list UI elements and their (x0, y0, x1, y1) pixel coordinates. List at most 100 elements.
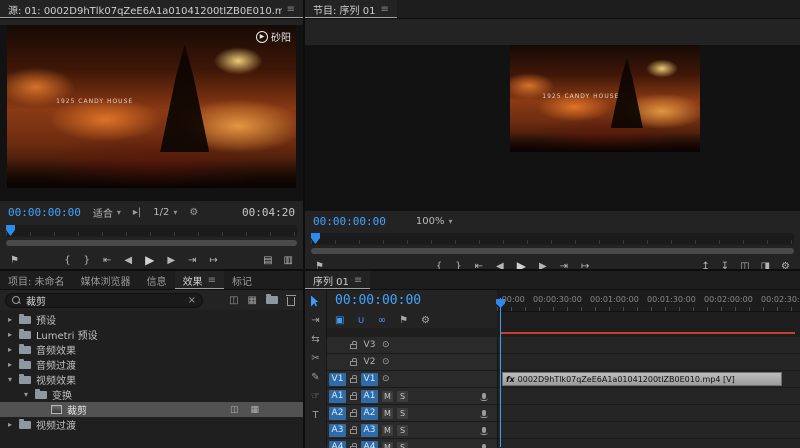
twisty-collapsed-icon[interactable]: ▸ (6, 315, 14, 324)
add-marker-icon[interactable]: ⚑ (399, 315, 408, 326)
nest-toggle-icon[interactable]: ▣ (335, 315, 344, 326)
type-tool[interactable]: T (305, 409, 326, 421)
ripple-edit-tool[interactable]: ⇆ (305, 333, 326, 345)
program-video-frame[interactable]: 1925 CANDY HOUSE (510, 45, 700, 152)
add-marker-button[interactable]: ⚑ (315, 261, 324, 270)
lock-icon[interactable] (350, 358, 357, 366)
tree-item-transform[interactable]: ▾ 变换 (0, 387, 303, 402)
tree-item-audio-transitions[interactable]: ▸ 音频过渡 (0, 357, 303, 372)
tab-info[interactable]: 信息 (139, 271, 175, 289)
solo-button[interactable]: S (397, 390, 408, 402)
voiceover-record-icon[interactable] (482, 444, 486, 448)
twisty-collapsed-icon[interactable]: ▸ (6, 360, 14, 369)
comparison-view-button[interactable]: ◨ (761, 261, 770, 270)
lock-icon[interactable] (350, 375, 357, 383)
panel-menu-icon[interactable]: ≡ (380, 4, 388, 15)
lock-icon[interactable] (350, 341, 357, 349)
tab-effects[interactable]: 效果 ≡ (174, 271, 224, 289)
tree-item-presets[interactable]: ▸ 预设 (0, 312, 303, 327)
export-frame-button[interactable]: ◫ (740, 261, 749, 270)
tab-project[interactable]: 项目: 未命名 (0, 271, 73, 289)
clear-search-icon[interactable]: × (188, 295, 196, 306)
eye-icon[interactable]: ⊙ (382, 340, 390, 350)
playback-resolution-dropdown[interactable]: 1/2 ▾ (153, 207, 177, 218)
timeline-timecode[interactable]: 00:00:00:00 (335, 293, 421, 308)
drag-av-icon[interactable]: ▸| (133, 207, 141, 218)
source-patch-a1[interactable]: A1 (329, 389, 346, 403)
source-patch-a4[interactable]: A4 (329, 440, 346, 448)
step-back-button[interactable]: ◀ (124, 255, 132, 266)
selection-tool[interactable] (305, 295, 326, 307)
tree-item-lumetri-presets[interactable]: ▸ Lumetri 预设 (0, 327, 303, 342)
jump-button[interactable]: ↦ (209, 255, 217, 266)
voiceover-record-icon[interactable] (480, 427, 488, 435)
track-name[interactable]: A1 (361, 389, 378, 403)
panel-menu-icon[interactable]: ≡ (354, 275, 362, 286)
mark-out-button[interactable]: } (455, 261, 461, 270)
track-content-a2[interactable] (497, 405, 800, 422)
overwrite-button[interactable]: ▥ (284, 255, 293, 266)
track-name[interactable]: A2 (361, 406, 378, 420)
razor-tool[interactable]: ✂ (305, 352, 326, 364)
track-content-a4[interactable] (497, 439, 800, 448)
tree-item-video-transitions[interactable]: ▸ 视频过渡 (0, 417, 303, 432)
extract-button[interactable]: ↧ (721, 261, 729, 270)
panel-menu-icon[interactable]: ≡ (287, 4, 295, 15)
timeline-playhead[interactable] (500, 304, 501, 447)
tab-markers[interactable]: 标记 (224, 271, 260, 289)
mark-in-button[interactable]: { (64, 255, 70, 266)
zoom-level-dropdown[interactable]: 100% ▾ (416, 216, 453, 227)
tree-item-crop[interactable]: 裁剪 ◫ ▦ (0, 402, 303, 417)
go-to-out-button[interactable]: ⇥ (560, 261, 568, 270)
solo-button[interactable]: S (397, 441, 408, 448)
settings-icon[interactable]: ⚙ (781, 261, 790, 270)
eye-icon[interactable]: ⊙ (382, 374, 390, 384)
linked-selection-icon[interactable]: ∞ (378, 315, 386, 326)
eye-icon[interactable]: ⊙ (382, 357, 390, 367)
source-timecode[interactable]: 00:00:00:00 (8, 206, 81, 219)
twisty-collapsed-icon[interactable]: ▸ (6, 420, 14, 429)
mute-button[interactable]: M (382, 441, 393, 448)
go-to-out-button[interactable]: ⇥ (188, 255, 196, 266)
tree-item-video-effects[interactable]: ▾ 视频效果 (0, 372, 303, 387)
source-patch-a3[interactable]: A3 (329, 423, 346, 437)
add-marker-button[interactable]: ⚑ (10, 255, 19, 266)
jump-button[interactable]: ↦ (581, 261, 589, 270)
twisty-collapsed-icon[interactable]: ▸ (6, 345, 14, 354)
track-content-a1[interactable] (497, 388, 800, 405)
play-button[interactable]: ▶ (145, 253, 154, 267)
track-name[interactable]: V2 (361, 356, 378, 369)
voiceover-record-icon[interactable] (480, 410, 488, 418)
track-content-a3[interactable] (497, 422, 800, 439)
track-name[interactable]: A4 (361, 440, 378, 448)
track-select-tool[interactable]: ⇥ (305, 314, 326, 326)
new-custom-bin-icon[interactable] (266, 294, 278, 304)
lock-icon[interactable] (350, 409, 357, 417)
source-patch-blank[interactable] (329, 339, 346, 352)
lift-button[interactable]: ↥ (701, 261, 709, 270)
accelerated-effects-filter-icon[interactable]: ◫ (229, 295, 238, 306)
step-forward-button[interactable]: ▶ (167, 255, 175, 266)
panel-menu-icon[interactable]: ≡ (208, 275, 216, 286)
solo-button[interactable]: S (397, 424, 408, 436)
twisty-expanded-icon[interactable]: ▾ (6, 375, 14, 384)
hand-tool[interactable]: ☞ (305, 390, 326, 402)
track-name[interactable]: A3 (361, 423, 378, 437)
pen-tool[interactable]: ✎ (305, 371, 326, 383)
snap-toggle-icon[interactable]: ∪ (357, 315, 364, 326)
tab-source[interactable]: 源: 01: 0002D9hTlk07qZeE6A1a01041200tIZB0… (0, 0, 303, 18)
insert-button[interactable]: ▤ (263, 255, 272, 266)
mute-button[interactable]: M (382, 390, 393, 402)
source-video-frame[interactable]: 1925 CANDY HOUSE ▶ 砂阳 (7, 25, 296, 188)
tree-item-audio-effects[interactable]: ▸ 音频效果 (0, 342, 303, 357)
step-back-button[interactable]: ◀ (496, 261, 504, 270)
mute-button[interactable]: M (382, 424, 393, 436)
source-patch-v1[interactable]: V1 (329, 372, 346, 386)
tab-program[interactable]: 节目: 序列 01 ≡ (305, 0, 397, 18)
voiceover-record-icon[interactable] (480, 393, 488, 401)
lock-icon[interactable] (350, 426, 357, 434)
track-content-v3[interactable] (497, 337, 800, 354)
timeline-settings-icon[interactable]: ⚙ (421, 315, 430, 326)
go-to-in-button[interactable]: ⇤ (103, 255, 111, 266)
mark-out-button[interactable]: } (84, 255, 90, 266)
